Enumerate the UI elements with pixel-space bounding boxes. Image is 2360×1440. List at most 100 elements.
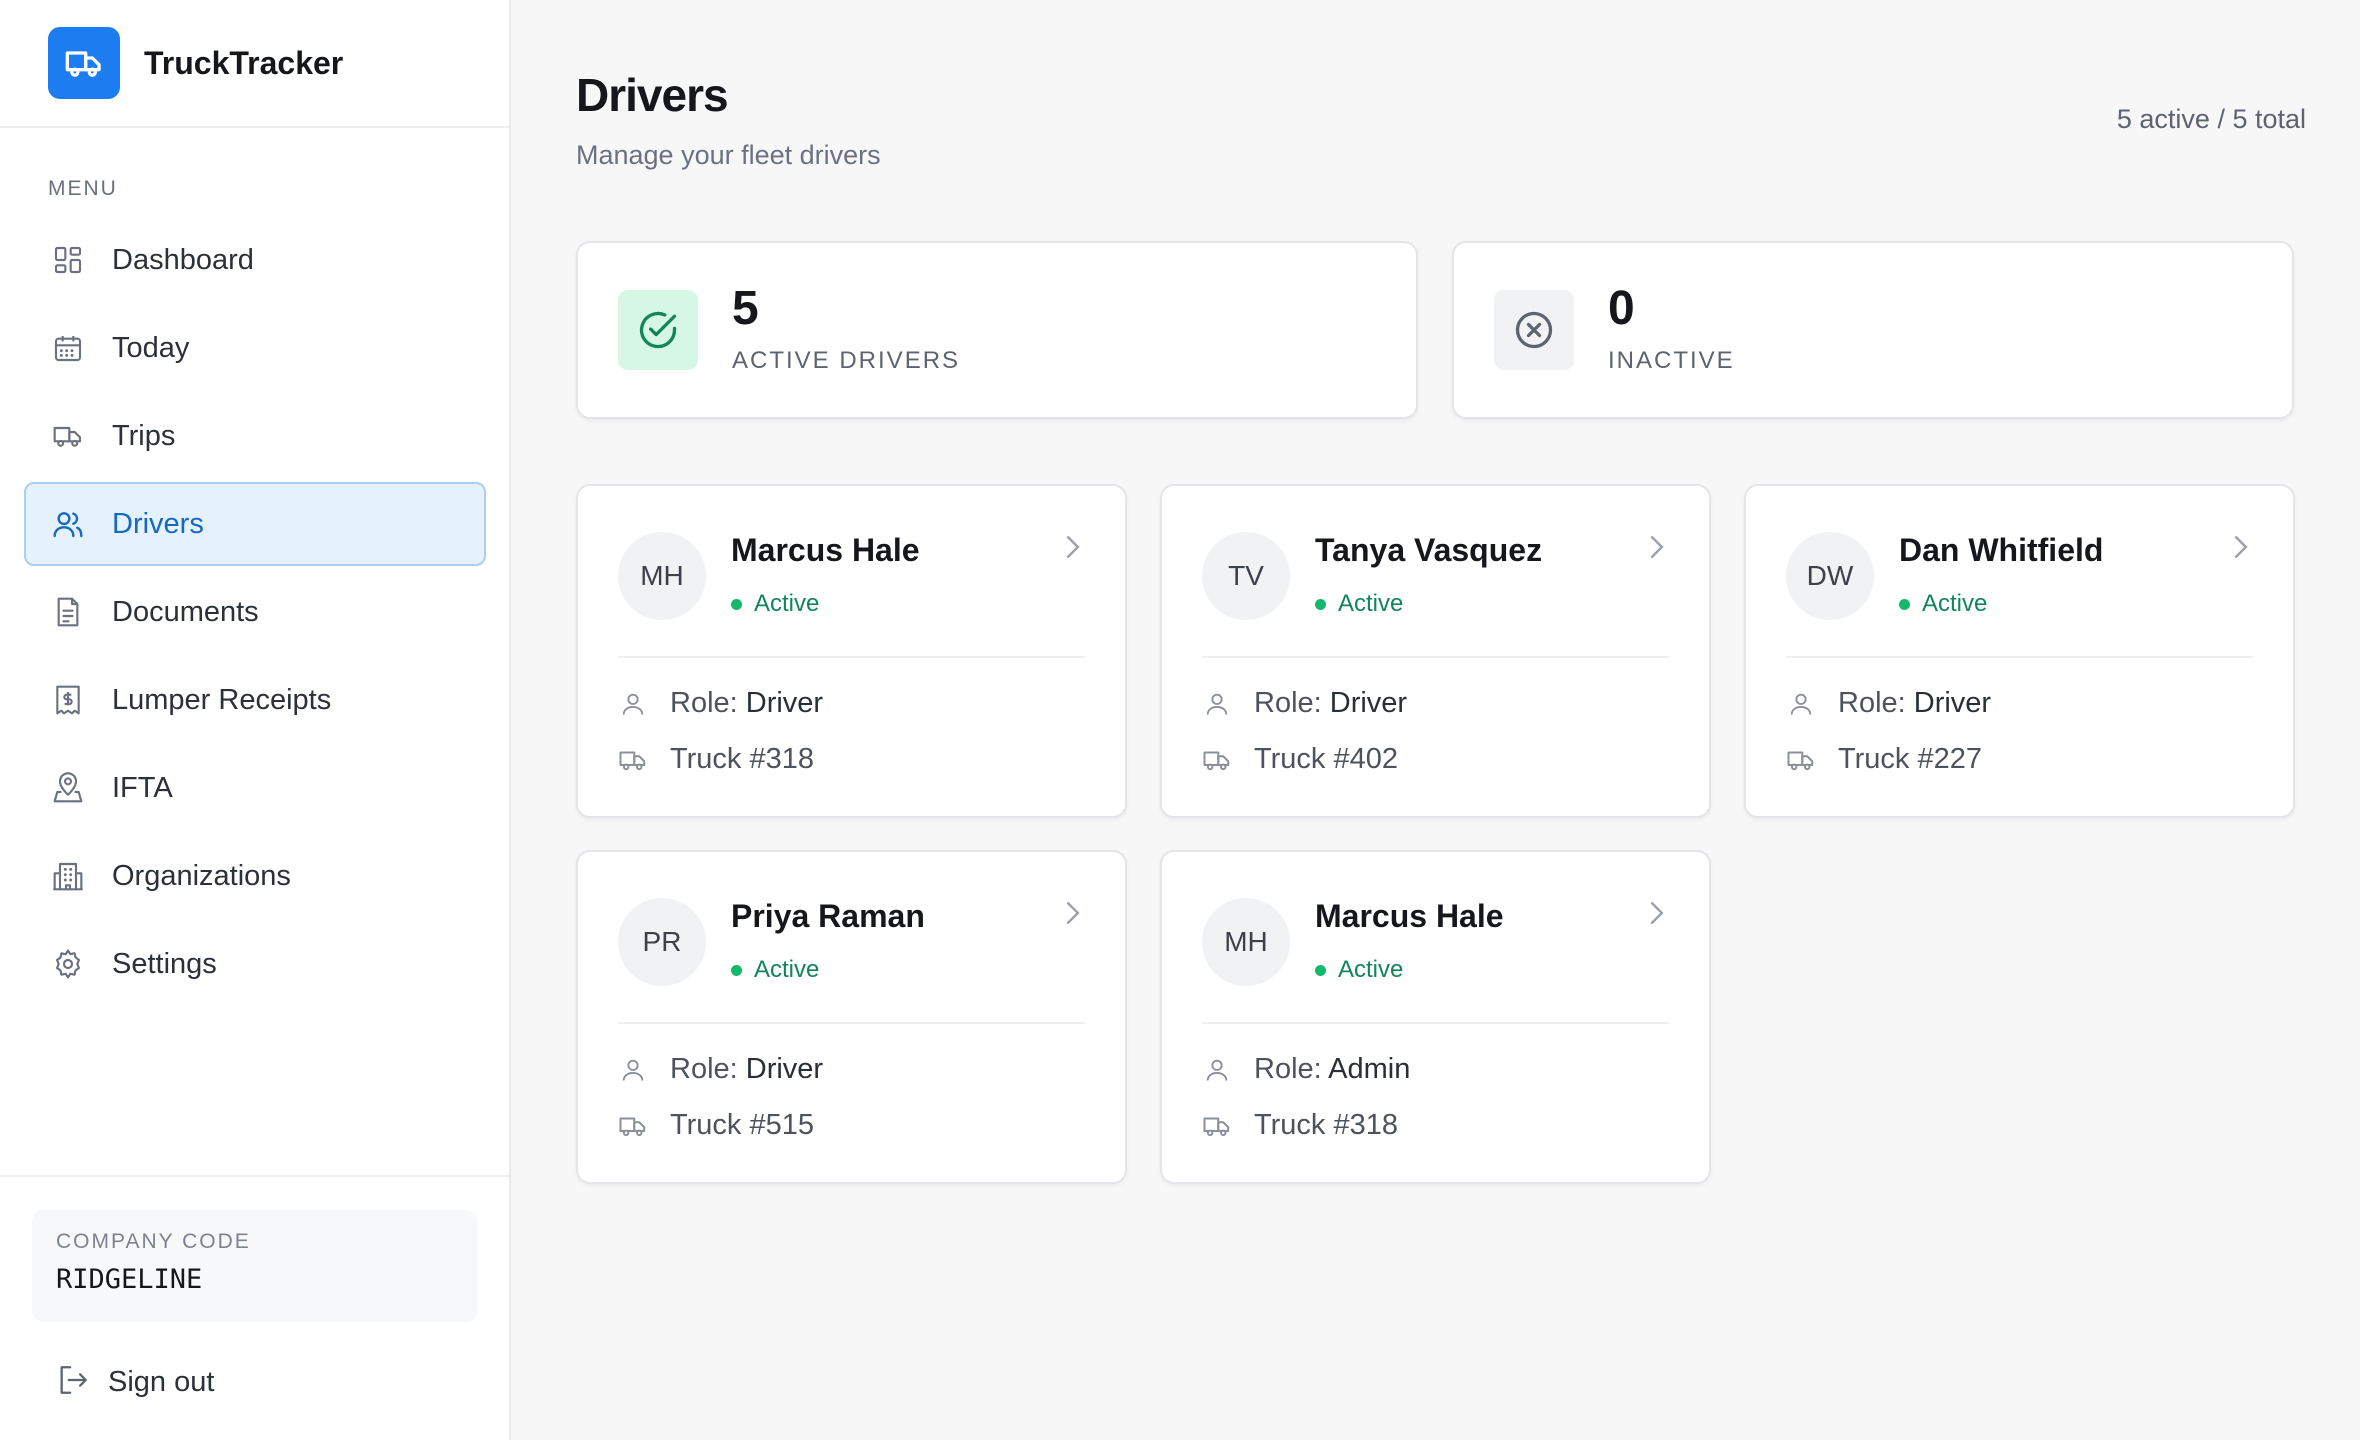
divider <box>1786 656 2253 658</box>
driver-card[interactable]: MH Marcus Hale Active Role: Driver Truck… <box>576 484 1127 818</box>
status-text: Active <box>754 956 820 983</box>
truck-icon <box>618 1111 648 1141</box>
sidebar-item-today[interactable]: Today <box>24 306 486 390</box>
sidebar-item-label: Organizations <box>112 859 291 892</box>
driver-truck: Truck #318 <box>1254 1109 1398 1141</box>
role-label: Role: <box>1254 1053 1322 1085</box>
sidebar-item-documents[interactable]: Documents <box>24 570 486 654</box>
driver-truck: Truck #515 <box>670 1109 814 1141</box>
company-code-value: RIDGELINE <box>56 1264 203 1295</box>
sidebar-item-label: Dashboard <box>112 243 254 276</box>
status-badge: Active <box>1899 590 1987 618</box>
company-code-label: COMPANY CODE <box>56 1230 251 1253</box>
chevron-right-icon <box>1647 534 1667 565</box>
receipt-icon <box>50 682 86 718</box>
driver-card[interactable]: MH Marcus Hale Active Role: Admin Truck … <box>1160 850 1711 1184</box>
driver-name: Marcus Hale <box>731 532 920 568</box>
status-badge: Active <box>1315 956 1403 984</box>
check-circle-icon <box>618 290 698 370</box>
role-label: Role: <box>1838 687 1906 719</box>
sidebar: TruckTracker MENU Dashboard Today Trips <box>0 0 511 1440</box>
status-dot <box>731 598 742 610</box>
page-title: Drivers <box>576 69 729 121</box>
brand[interactable]: TruckTracker <box>0 0 509 128</box>
sidebar-item-label: Today <box>112 331 190 364</box>
status-dot <box>1315 598 1326 610</box>
user-icon <box>618 1055 648 1085</box>
stat-value: 5 <box>732 282 759 335</box>
sidebar-item-label: Lumper Receipts <box>112 683 332 716</box>
chevron-right-icon <box>1063 534 1083 565</box>
avatar: PR <box>618 898 706 986</box>
driver-name: Dan Whitfield <box>1899 532 2104 568</box>
sidebar-item-ifta[interactable]: IFTA <box>24 746 486 830</box>
main-content: Drivers Manage your fleet drivers 5 acti… <box>511 0 2360 1440</box>
status-badge: Active <box>1315 590 1403 618</box>
truck-icon <box>1786 745 1816 775</box>
driver-role: Driver <box>745 687 824 719</box>
driver-name: Tanya Vasquez <box>1315 532 1543 568</box>
chevron-right-icon <box>1063 900 1083 931</box>
status-badge: Active <box>731 956 819 984</box>
truck-icon <box>48 27 120 99</box>
menu-label: MENU <box>48 177 118 200</box>
status-text: Active <box>1922 590 1988 617</box>
sidebar-item-lumper-receipts[interactable]: Lumper Receipts <box>24 658 486 742</box>
sidebar-item-label: Settings <box>112 947 217 980</box>
status-badge: Active <box>731 590 819 618</box>
calendar-icon <box>50 330 86 366</box>
driver-truck: Truck #227 <box>1838 743 1982 775</box>
avatar: DW <box>1786 532 1874 620</box>
avatar: MH <box>1202 898 1290 986</box>
sidebar-item-trips[interactable]: Trips <box>24 394 486 478</box>
chevron-right-icon <box>2231 534 2251 565</box>
document-icon <box>50 594 86 630</box>
sidebar-item-label: Drivers <box>112 507 204 540</box>
sidebar-item-label: IFTA <box>112 771 173 804</box>
driver-truck: Truck #402 <box>1254 743 1398 775</box>
sidebar-item-settings[interactable]: Settings <box>24 922 486 1006</box>
company-code-box: COMPANY CODE RIDGELINE <box>32 1210 478 1322</box>
driver-role: Driver <box>745 1053 824 1085</box>
truck-icon <box>1202 1111 1232 1141</box>
app-name: TruckTracker <box>144 44 344 81</box>
driver-name: Marcus Hale <box>1315 898 1504 934</box>
status-dot <box>731 964 742 976</box>
sidebar-item-organizations[interactable]: Organizations <box>24 834 486 918</box>
sign-out-button[interactable]: Sign out <box>56 1363 214 1402</box>
building-icon <box>50 858 86 894</box>
user-icon <box>1786 689 1816 719</box>
stat-card-active: 5 ACTIVE DRIVERS <box>576 241 1418 419</box>
driver-card[interactable]: TV Tanya Vasquez Active Role: Driver Tru… <box>1160 484 1711 818</box>
map-pin-icon <box>50 770 86 806</box>
driver-truck: Truck #318 <box>670 743 814 775</box>
stat-label: INACTIVE <box>1608 347 1735 374</box>
x-circle-icon <box>1494 290 1574 370</box>
driver-card[interactable]: PR Priya Raman Active Role: Driver Truck… <box>576 850 1127 1184</box>
driver-count: 5 active / 5 total <box>2116 104 2306 134</box>
sidebar-item-label: Documents <box>112 595 259 628</box>
role-label: Role: <box>670 687 738 719</box>
divider <box>1202 656 1669 658</box>
driver-name: Priya Raman <box>731 898 925 934</box>
role-label: Role: <box>670 1053 738 1085</box>
sidebar-item-drivers[interactable]: Drivers <box>24 482 486 566</box>
page-subtitle: Manage your fleet drivers <box>576 140 881 170</box>
driver-card[interactable]: DW Dan Whitfield Active Role: Driver Tru… <box>1744 484 2295 818</box>
role-label: Role: <box>1254 687 1322 719</box>
driver-role: Driver <box>1329 687 1408 719</box>
user-icon <box>1202 1055 1232 1085</box>
sidebar-footer: COMPANY CODE RIDGELINE Sign out <box>0 1175 509 1440</box>
status-dot <box>1315 964 1326 976</box>
user-icon <box>1202 689 1232 719</box>
user-icon <box>618 689 648 719</box>
avatar: TV <box>1202 532 1290 620</box>
status-text: Active <box>1338 590 1404 617</box>
sidebar-item-dashboard[interactable]: Dashboard <box>24 218 486 302</box>
stat-label: ACTIVE DRIVERS <box>732 347 961 374</box>
sign-out-label: Sign out <box>108 1366 215 1398</box>
divider <box>618 656 1085 658</box>
status-dot <box>1899 598 1910 610</box>
sidebar-nav: Dashboard Today Trips Drivers Documents <box>24 218 486 1010</box>
avatar: MH <box>618 532 706 620</box>
